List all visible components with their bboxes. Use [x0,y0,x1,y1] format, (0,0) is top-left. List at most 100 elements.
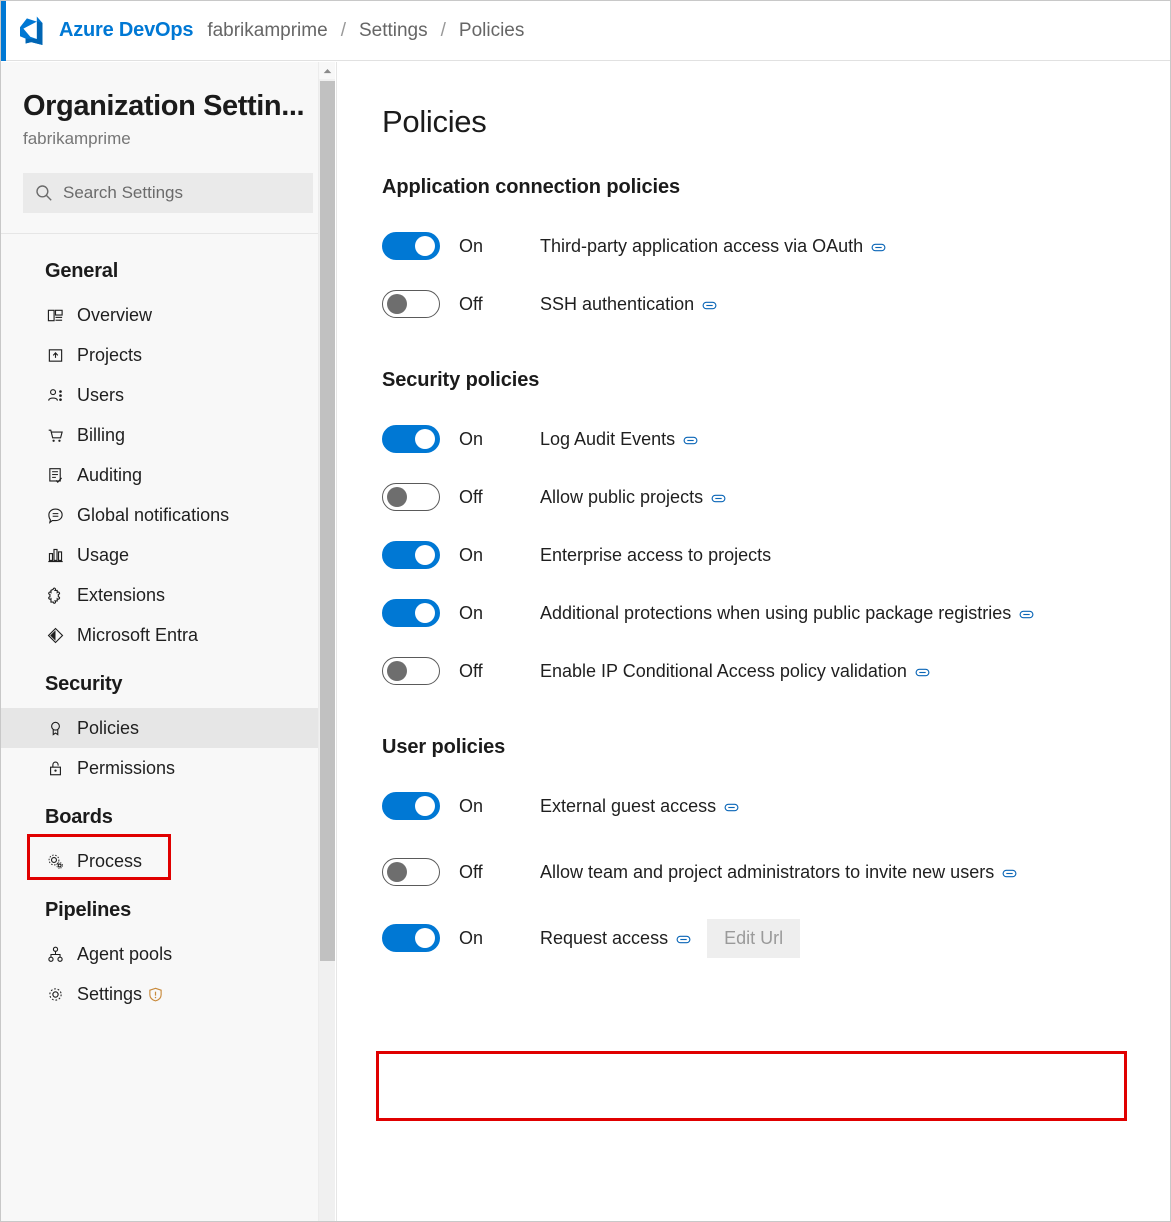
policy-row: Off Allow public projects [382,468,1170,526]
sidebar-item-overview[interactable]: Overview [1,295,335,335]
section-application-connection-policies: Application connection policies On Third… [382,176,1170,333]
toggle-knob [387,487,407,507]
sidebar-item-label: Billing [77,424,126,445]
sidebar-item-global-notifications[interactable]: Global notifications [1,495,335,535]
toggle-knob [387,661,407,681]
policy-toggle-ip-conditional-access[interactable] [382,657,440,685]
app-window: Azure DevOps fabrikamprime / Settings / … [0,0,1171,1222]
link-icon[interactable] [683,432,698,447]
sidebar-item-label: Microsoft Entra [77,624,199,645]
link-icon[interactable] [915,664,930,679]
azure-devops-logo[interactable] [17,16,47,46]
sidebar-scrollbar-track[interactable] [318,62,335,1221]
link-icon[interactable] [1019,606,1034,621]
policy-toggle-allow-public-projects[interactable] [382,483,440,511]
policy-row: On Third-party application access via OA… [382,217,1170,275]
permissions-lock-icon [45,758,65,778]
policy-label: Additional protections when using public… [540,602,1012,623]
sidebar-item-auditing[interactable]: Auditing [1,455,335,495]
top-header-bar: Azure DevOps fabrikamprime / Settings / … [1,1,1170,61]
settings-sidebar: Organization Settin... fabrikamprime Gen… [1,62,335,1221]
sidebar-item-billing[interactable]: Billing [1,415,335,455]
breadcrumb-organization[interactable]: fabrikamprime [207,20,327,42]
section-security-policies: Security policies On Log Audit Events Of… [382,369,1170,700]
policy-row: On Request access Edit Url [382,909,1170,967]
users-icon [45,385,65,405]
policy-label-wrapper: Allow public projects [540,487,726,508]
nav-group-general: General [45,260,119,282]
process-gear-icon [45,851,65,871]
sidebar-item-process[interactable]: Process [1,841,335,881]
breadcrumb-settings[interactable]: Settings [359,20,428,42]
breadcrumb-separator: / [340,19,346,41]
policy-toggle-allow-admins-invite-users[interactable] [382,858,440,886]
policy-row: Off SSH authentication [382,275,1170,333]
highlight-box-invite-users-policy [376,1051,1127,1121]
sidebar-item-label: Agent pools [77,943,173,964]
toggle-knob [415,796,435,816]
sidebar-item-agent-pools[interactable]: Agent pools [1,934,335,974]
policy-state: On [459,602,484,623]
policy-label-wrapper: Additional protections when using public… [540,603,1034,624]
sidebar-item-projects[interactable]: Projects [1,335,335,375]
policy-state: Off [459,293,483,314]
search-input[interactable] [63,183,301,203]
policy-toggle-log-audit-events[interactable] [382,425,440,453]
sidebar-scrollbar-thumb[interactable] [320,81,335,961]
sidebar-header: Organization Settin... fabrikamprime [1,62,335,149]
sidebar-item-label: Settings [77,983,143,1004]
section-user-policies: User policies On External guest access O… [382,736,1170,967]
policies-main-content: Policies Application connection policies… [336,62,1170,1221]
breadcrumb-policies[interactable]: Policies [459,20,524,42]
link-icon[interactable] [871,239,886,254]
link-icon[interactable] [724,799,739,814]
policy-toggle-request-access[interactable] [382,924,440,952]
microsoft-entra-icon [45,625,65,645]
policy-label-wrapper: Request access [540,928,691,949]
sidebar-item-usage[interactable]: Usage [1,535,335,575]
shield-warning-icon [148,987,163,1002]
organization-settings-title: Organization Settin... [23,90,305,122]
search-icon [35,184,53,202]
policy-state: On [459,795,484,816]
policy-label-wrapper: Log Audit Events [540,429,698,450]
sidebar-item-settings[interactable]: Settings [1,974,335,1014]
breadcrumb-separator: / [440,19,446,41]
sidebar-item-policies[interactable]: Policies [1,708,335,748]
scrollbar-up-arrow-button[interactable] [319,62,335,79]
policy-toggle-public-package-registries[interactable] [382,599,440,627]
organization-name: fabrikamprime [23,129,131,148]
policy-label: SSH authentication [540,293,695,314]
sidebar-navigation: General Overview Projects Users Billing … [1,234,335,1014]
link-icon[interactable] [1002,865,1017,880]
policy-state: On [459,428,484,449]
policy-toggle-ssh-authentication[interactable] [382,290,440,318]
billing-cart-icon [45,425,65,445]
policy-toggle-third-party-oauth[interactable] [382,232,440,260]
sidebar-item-users[interactable]: Users [1,375,335,415]
sidebar-item-microsoft-entra[interactable]: Microsoft Entra [1,615,335,655]
brand-name[interactable]: Azure DevOps [59,19,194,42]
policy-label: External guest access [540,795,717,816]
toggle-knob [415,603,435,623]
policy-label-wrapper: External guest access [540,796,739,817]
policy-toggle-external-guest-access[interactable] [382,792,440,820]
link-icon[interactable] [702,297,717,312]
search-settings-box[interactable] [23,173,313,213]
toggle-knob [387,862,407,882]
sidebar-item-extensions[interactable]: Extensions [1,575,335,615]
link-icon[interactable] [676,931,691,946]
policy-label-wrapper: Enable IP Conditional Access policy vali… [540,661,930,682]
edit-url-button[interactable]: Edit Url [707,918,801,958]
policy-state: On [459,544,484,565]
settings-gear-icon [45,984,65,1004]
projects-icon [45,345,65,365]
sidebar-item-permissions[interactable]: Permissions [1,748,335,788]
section-title: Security policies [382,369,540,391]
link-icon[interactable] [711,490,726,505]
policy-label: Allow team and project administrators to… [540,861,995,882]
sidebar-item-label: Users [77,384,125,405]
toggle-knob [415,545,435,565]
policy-toggle-enterprise-access-to-projects[interactable] [382,541,440,569]
nav-group-pipelines: Pipelines [45,899,132,921]
